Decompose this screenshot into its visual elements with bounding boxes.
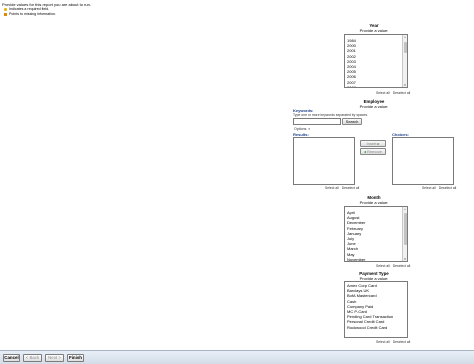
back-button[interactable]: < Back [23, 354, 42, 362]
month-select-all-link[interactable]: Select all [376, 264, 390, 268]
choices-select-links: Select all Deselect all [420, 186, 456, 190]
payment-deselect-all-link[interactable]: Deselect all [393, 340, 411, 344]
arrow-left-icon: ◂ [364, 149, 367, 154]
remove-label: Remove [367, 149, 382, 154]
options-toggle[interactable]: Options ▾ [294, 127, 310, 131]
month-subtitle: Provide a value: [359, 200, 389, 205]
legend-required-text: Indicates a required field. [9, 7, 50, 11]
scroll-thumb[interactable] [403, 42, 407, 53]
results-select-links: Select all Deselect all [323, 186, 359, 190]
insert-button[interactable]: Insert ▸ [360, 140, 386, 147]
choices-deselect-all-link[interactable]: Deselect all [439, 186, 457, 190]
payment-listbox[interactable]: Amex Corp Card Barclays UK BofA Mastercard… [344, 281, 408, 338]
cancel-button[interactable]: Cancel [3, 354, 20, 362]
keywords-hint: Type one or more keywords separated by s… [293, 113, 369, 117]
month-deselect-all-link[interactable]: Deselect all [393, 264, 411, 268]
year-deselect-all-link[interactable]: Deselect all [393, 91, 411, 95]
year-select-links: Select all Deselect all [374, 91, 410, 95]
required-icon [4, 7, 7, 11]
missing-info-icon [4, 12, 7, 16]
scroll-thumb[interactable] [403, 213, 407, 245]
choices-select-all-link[interactable]: Select all [422, 186, 436, 190]
results-list[interactable] [293, 137, 355, 185]
arrow-right-icon: ▸ [377, 141, 380, 146]
remove-button[interactable]: ◂ Remove [360, 148, 386, 155]
month-option[interactable]: November [345, 257, 407, 261]
scroll-down-icon[interactable]: v [403, 82, 407, 87]
scroll-up-icon[interactable]: ^ [403, 35, 407, 40]
year-scrollbar[interactable]: ^ v [402, 35, 407, 87]
insert-label: Insert [366, 141, 377, 146]
results-deselect-all-link[interactable]: Deselect all [342, 186, 360, 190]
keywords-input[interactable] [293, 118, 341, 125]
choices-list[interactable] [392, 137, 454, 185]
options-link[interactable]: Options [294, 127, 306, 131]
results-select-all-link[interactable]: Select all [325, 186, 339, 190]
month-scrollbar[interactable]: ^ v [402, 207, 407, 261]
payment-select-links: Select all Deselect all [374, 340, 410, 344]
scroll-up-icon[interactable]: ^ [403, 207, 407, 212]
payment-select-all-link[interactable]: Select all [376, 340, 390, 344]
employee-subtitle: Provide a value: [359, 104, 389, 109]
year-select-all-link[interactable]: Select all [376, 91, 390, 95]
scroll-down-icon[interactable]: v [403, 256, 407, 261]
month-select-links: Select all Deselect all [374, 264, 410, 268]
payment-option[interactable]: Rockwood Credit Card [345, 325, 407, 330]
search-button[interactable]: Search [342, 118, 362, 125]
year-subtitle: Provide a value: [359, 28, 389, 33]
legend-missing: Points to missing information. [4, 12, 56, 16]
year-listbox[interactable]: 1984 2000 2001 2002 2003 2004 2005 2006 2007 2008… [344, 34, 408, 88]
finish-button[interactable]: Finish [67, 354, 84, 362]
month-listbox[interactable]: April August December February January July Ju… [344, 206, 408, 262]
footer-bar: Cancel < Back Next > Finish [0, 350, 474, 364]
legend-missing-text: Points to missing information. [9, 12, 56, 16]
next-button[interactable]: Next > [45, 354, 64, 362]
year-option[interactable]: 2008 [345, 85, 407, 87]
chevron-down-icon[interactable]: ▾ [308, 127, 310, 131]
legend-required: Indicates a required field. [4, 7, 49, 11]
